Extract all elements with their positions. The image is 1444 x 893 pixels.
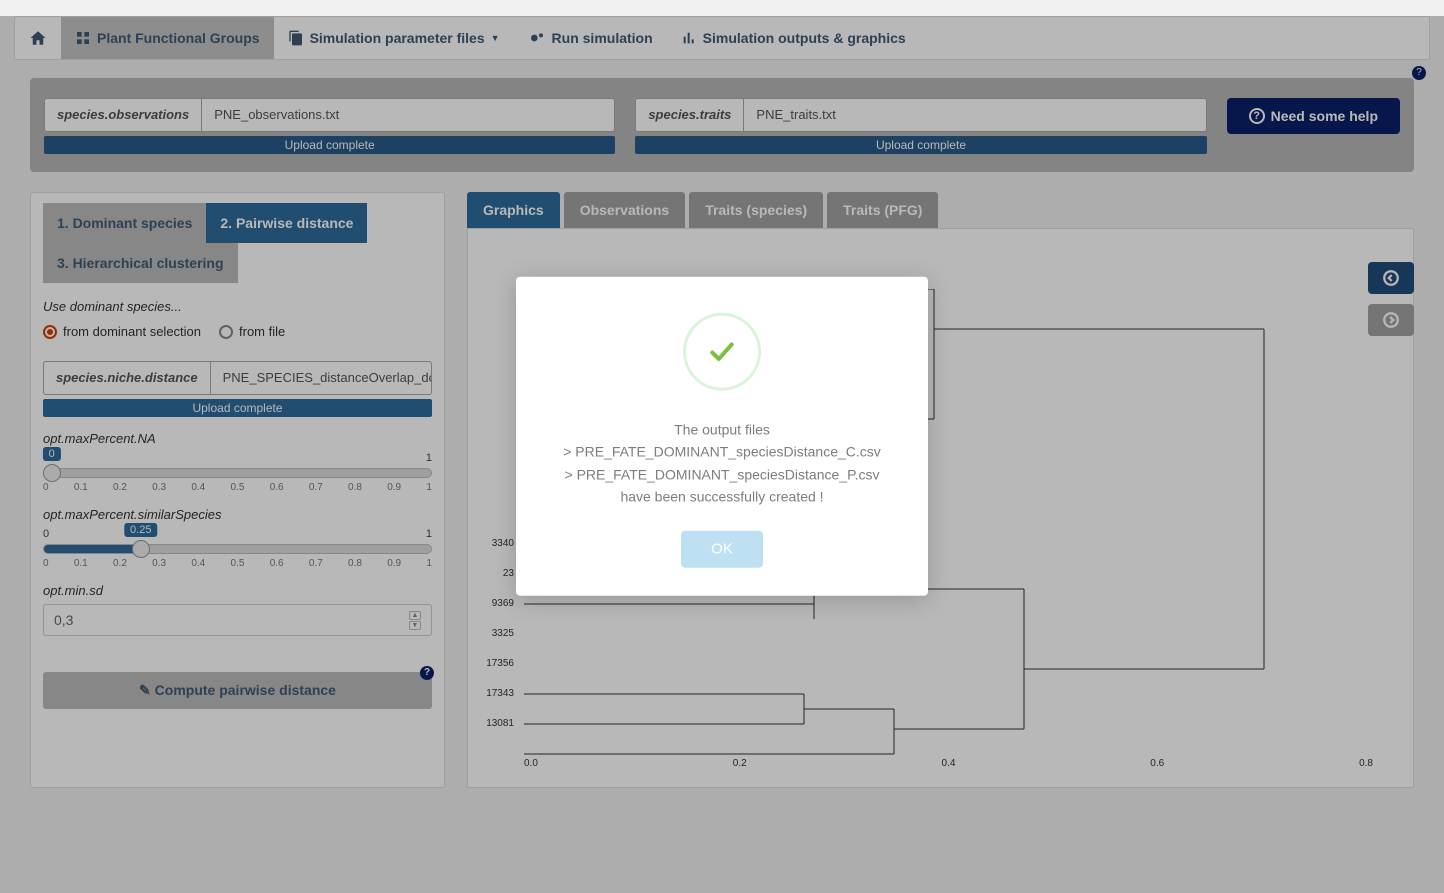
use-dominant-label: Use dominant species... [43, 299, 432, 314]
nav-plant-functional-groups[interactable]: Plant Functional Groups [61, 17, 274, 59]
barchart-icon [681, 30, 697, 46]
slider-track[interactable]: 0.25 [43, 544, 432, 554]
slider-opt-maxpercent-na: opt.maxPercent.NA 0 1 0 00.10.20.30.40.5… [43, 431, 432, 493]
chevron-down-icon: ▼ [491, 33, 500, 43]
tab-pairwise-distance[interactable]: 2. Pairwise distance [206, 203, 367, 243]
gears-icon [528, 30, 546, 46]
help-icon[interactable]: ? [1412, 66, 1426, 80]
nav-simulation-parameter-files[interactable]: Simulation parameter files ▼ [274, 17, 514, 59]
slider-track[interactable]: 0 [43, 468, 432, 478]
upload-panel: ? species.observations PNE_observations.… [30, 78, 1414, 172]
radio-label: from dominant selection [63, 324, 201, 339]
prev-graphic-button[interactable] [1368, 262, 1414, 294]
opt-min-sd-block: opt.min.sd 0,3 ▲▼ [43, 583, 432, 636]
nav-label: Plant Functional Groups [97, 30, 260, 46]
file-label: species.niche.distance [44, 362, 211, 394]
x-axis-ticks: 0.0 0.2 0.4 0.6 0.8 [524, 758, 1373, 769]
slider-handle[interactable] [43, 464, 61, 482]
tab-observations[interactable]: Observations [564, 192, 685, 228]
slider-handle[interactable] [132, 540, 150, 558]
home-icon [29, 29, 47, 47]
input-value: 0,3 [54, 612, 73, 628]
tab-traits-pfg[interactable]: Traits (PFG) [827, 192, 938, 228]
species-niche-distance-file[interactable]: species.niche.distance PNE_SPECIES_dista… [43, 361, 432, 395]
compute-pairwise-distance-button[interactable]: ✎ Compute pairwise distance ? [43, 672, 432, 709]
slider-value-bubble: 0 [43, 447, 61, 461]
dominant-source-radio-group: from dominant selection from file [43, 324, 432, 339]
nav-run-simulation[interactable]: Run simulation [514, 17, 667, 59]
file-value: PNE_traits.txt [744, 99, 847, 131]
success-modal: The output files > PRE_FATE_DOMINANT_spe… [516, 277, 928, 596]
output-tabs: Graphics Observations Traits (species) T… [467, 192, 1414, 228]
file-value: PNE_SPECIES_distanceOverlap_dominan [211, 362, 432, 394]
nav-label: Simulation parameter files [310, 30, 485, 46]
slider-ticks: 00.10.20.30.40.50.60.70.80.91 [43, 558, 432, 569]
help-icon[interactable]: ? [420, 666, 434, 680]
dendro-leaf-labels: 3340 23 9369 3325 17356 17343 13081 [478, 529, 514, 739]
radio-icon [219, 325, 233, 339]
upload-progress: Upload complete [635, 136, 1206, 154]
slider-value-bubble: 0.25 [124, 523, 157, 537]
help-label: Need some help [1271, 108, 1378, 124]
next-graphic-button[interactable] [1368, 304, 1414, 336]
magic-wand-icon: ✎ [139, 682, 151, 698]
step-tabs: 1. Dominant species 2. Pairwise distance… [43, 203, 432, 283]
slider-opt-maxpercent-similar: opt.maxPercent.similarSpecies 0 1 0.25 0… [43, 507, 432, 569]
species-observations-file[interactable]: species.observations PNE_observations.tx… [44, 98, 615, 132]
nav-home[interactable] [15, 17, 61, 59]
tab-hierarchical-clustering[interactable]: 3. Hierarchical clustering [43, 243, 238, 283]
nav-simulation-outputs[interactable]: Simulation outputs & graphics [667, 17, 920, 59]
nav-label: Simulation outputs & graphics [703, 30, 906, 46]
slider-fill [44, 545, 141, 553]
compute-label: Compute pairwise distance [155, 682, 336, 698]
question-icon: ? [1249, 108, 1265, 124]
slider-title: opt.maxPercent.NA [43, 431, 432, 446]
nav-label: Run simulation [552, 30, 653, 46]
upload-progress: Upload complete [43, 399, 432, 417]
species-traits-file[interactable]: species.traits PNE_traits.txt [635, 98, 1206, 132]
file-label: species.observations [45, 99, 202, 131]
grid-icon [75, 30, 91, 46]
slider-title: opt.maxPercent.similarSpecies [43, 507, 432, 522]
tab-dominant-species[interactable]: 1. Dominant species [43, 203, 206, 243]
input-title: opt.min.sd [43, 583, 432, 598]
upload-progress: Upload complete [44, 136, 615, 154]
radio-label: from file [239, 324, 285, 339]
tab-graphics[interactable]: Graphics [467, 192, 560, 228]
slider-ticks: 00.10.20.30.40.50.60.70.80.91 [43, 482, 432, 493]
radio-from-file[interactable]: from file [219, 324, 285, 339]
radio-icon [43, 325, 57, 339]
modal-ok-button[interactable]: OK [681, 530, 763, 567]
tab-traits-species[interactable]: Traits (species) [689, 192, 823, 228]
top-navbar: Plant Functional Groups Simulation param… [14, 16, 1430, 60]
file-value: PNE_observations.txt [202, 99, 351, 131]
need-help-button[interactable]: ? Need some help [1227, 98, 1400, 134]
opt-min-sd-input[interactable]: 0,3 ▲▼ [43, 604, 432, 636]
file-label: species.traits [636, 99, 744, 131]
success-check-icon [683, 313, 761, 391]
graphic-nav-arrows [1368, 262, 1414, 336]
slider-max: 1 [426, 452, 432, 464]
slider-min: 0 [43, 528, 49, 540]
radio-from-selection[interactable]: from dominant selection [43, 324, 201, 339]
number-spinner[interactable]: ▲▼ [409, 611, 421, 630]
copy-icon [288, 30, 304, 46]
modal-message: The output files > PRE_FATE_DOMINANT_spe… [540, 419, 904, 509]
slider-max: 1 [426, 528, 432, 540]
left-config-panel: 1. Dominant species 2. Pairwise distance… [30, 192, 445, 788]
